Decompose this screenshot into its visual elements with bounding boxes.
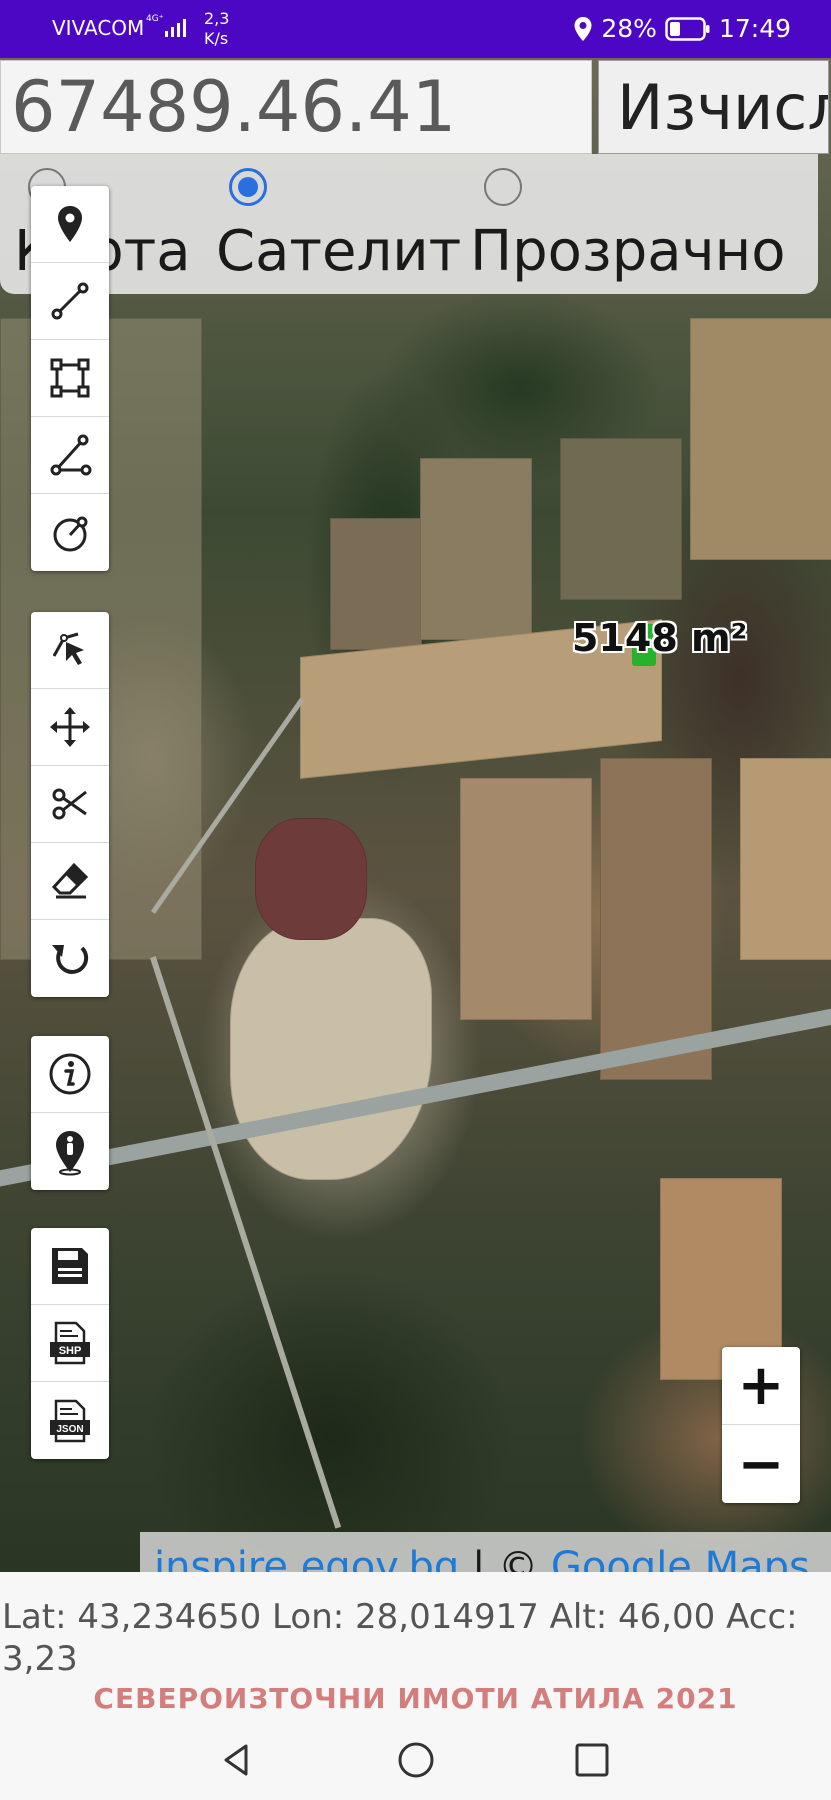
clock: 17:49 — [718, 14, 791, 43]
map-field — [460, 778, 592, 1020]
scissors-icon — [52, 788, 87, 820]
erase-tool-button[interactable] — [31, 843, 109, 920]
draw-tools — [31, 186, 109, 571]
select-icon — [52, 632, 84, 665]
person-location-icon — [56, 1130, 84, 1175]
attribution-link-inspire[interactable]: inspire.egov.bg — [154, 1544, 459, 1572]
edit-tools — [31, 612, 109, 997]
status-bar: VIVACOM 4G⁺ 2,3 K/s 28% 17:49 — [0, 0, 831, 58]
zoom-control: + − — [722, 1347, 800, 1503]
speed-value: 2,3 — [204, 9, 230, 28]
line-tool-button[interactable] — [31, 263, 109, 340]
export-tools: SHP JSON — [31, 1228, 109, 1459]
network-speed: 2,3 K/s — [204, 9, 229, 49]
location-pin-icon — [574, 16, 592, 41]
info-button[interactable] — [31, 1036, 109, 1113]
select-tool-button[interactable] — [31, 612, 109, 689]
network-type: 4G⁺ — [146, 14, 164, 24]
back-triangle-icon — [224, 1744, 248, 1776]
move-tool-button[interactable] — [31, 689, 109, 766]
nav-home-button[interactable] — [392, 1736, 440, 1784]
battery-icon — [665, 16, 710, 41]
radio-transparent[interactable] — [484, 168, 522, 206]
map-field — [255, 818, 367, 940]
calculate-button[interactable]: Изчисли — [598, 60, 829, 154]
coordinate-input[interactable] — [0, 60, 592, 154]
map-type-selector: Карта Сателит Прозрачно — [0, 154, 818, 294]
map-field — [420, 458, 532, 640]
recents-square-icon — [575, 1743, 609, 1777]
info-tools — [31, 1036, 109, 1190]
circle-icon — [53, 516, 88, 551]
save-icon — [52, 1248, 88, 1284]
carrier-name: VIVACOM — [52, 16, 145, 40]
polygon-tool-button[interactable] — [31, 340, 109, 417]
battery-percent: 28% — [601, 14, 657, 43]
json-label: JSON — [56, 1424, 83, 1435]
area-label: 5148 m² — [572, 616, 748, 660]
radio-satellite-label: Сателит — [216, 219, 462, 284]
status-right: 28% 17:49 — [573, 14, 791, 43]
home-circle-icon — [398, 1742, 434, 1778]
attribution-separator: | © — [459, 1544, 551, 1572]
circle-tool-button[interactable] — [31, 494, 109, 571]
map-field — [560, 438, 682, 600]
radio-satellite[interactable] — [229, 168, 267, 206]
zoom-in-button[interactable]: + — [722, 1347, 800, 1425]
speed-unit: K/s — [204, 29, 229, 48]
gps-readout: Lat: 43,234650 Lon: 28,014917 Alt: 46,00… — [2, 1597, 798, 1679]
polygon-icon — [50, 358, 90, 398]
map-field — [740, 758, 831, 960]
eraser-icon — [51, 862, 89, 899]
map-field — [330, 518, 422, 650]
export-json-button[interactable]: JSON — [31, 1382, 109, 1459]
split-tool-button[interactable] — [31, 766, 109, 843]
angle-icon — [50, 434, 92, 476]
nav-back-button[interactable] — [212, 1736, 260, 1784]
json-icon: JSON — [50, 1399, 90, 1442]
map-field — [690, 318, 831, 560]
map-field — [230, 918, 432, 1180]
my-location-button[interactable] — [31, 1113, 109, 1190]
angle-tool-button[interactable] — [31, 417, 109, 494]
system-nav-bar — [0, 1722, 831, 1800]
attribution-link-google[interactable]: Google Maps — [551, 1544, 810, 1572]
marker-tool-button[interactable] — [31, 186, 109, 263]
footer-brand: СЕВЕРОИЗТОЧНИ ИМОТИ АТИЛА 2021 — [93, 1682, 738, 1715]
nav-recents-button[interactable] — [568, 1736, 616, 1784]
info-icon — [49, 1053, 91, 1095]
save-button[interactable] — [31, 1228, 109, 1305]
map-field — [600, 758, 712, 1080]
radio-transparent-label: Прозрачно — [470, 219, 786, 284]
map-attribution: inspire.egov.bg | © Google Maps — [140, 1532, 831, 1572]
zoom-out-button[interactable]: − — [722, 1425, 800, 1503]
undo-tool-button[interactable] — [31, 920, 109, 997]
line-icon — [51, 282, 89, 320]
export-shp-button[interactable]: SHP — [31, 1305, 109, 1382]
shp-label: SHP — [59, 1345, 82, 1357]
signal-icon — [165, 19, 186, 37]
move-icon — [50, 707, 90, 747]
undo-icon — [52, 944, 89, 974]
marker-icon — [58, 206, 82, 242]
shp-icon: SHP — [50, 1321, 90, 1365]
